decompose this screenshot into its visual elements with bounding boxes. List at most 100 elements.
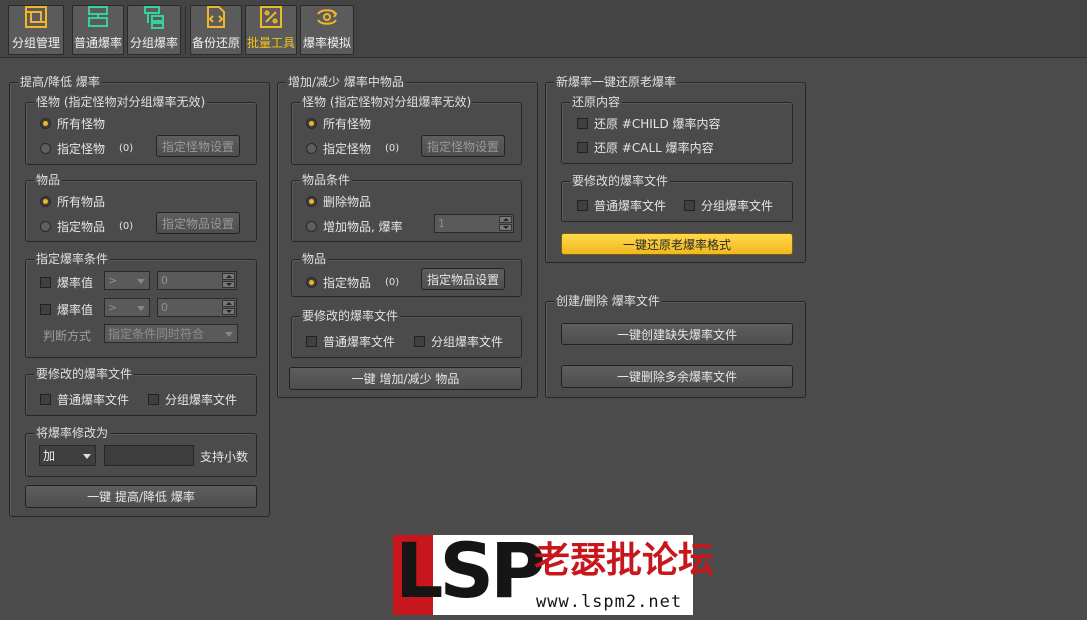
checkbox-box xyxy=(577,200,588,211)
modify-value-input[interactable] xyxy=(104,445,194,466)
toolbar-label: 普通爆率 xyxy=(73,36,122,50)
radio-indicator xyxy=(306,221,317,232)
item-group: 物品 指定物品 (0) 指定物品设置 xyxy=(291,251,522,297)
rate-condition-1-checkbox[interactable]: 爆率值 xyxy=(40,274,93,291)
panel-title: 创建/删除 爆率文件 xyxy=(554,293,662,309)
radio-label: 指定物品 xyxy=(57,220,106,234)
spin-down-icon[interactable] xyxy=(222,281,235,288)
item-settings-button[interactable]: 指定物品设置 xyxy=(421,268,505,290)
target-files-group: 要修改的爆率文件 普通爆率文件 分组爆率文件 xyxy=(561,173,793,222)
checkbox-label: 爆率值 xyxy=(57,303,94,317)
group-title: 指定爆率条件 xyxy=(34,251,111,267)
spin-down-icon[interactable] xyxy=(499,224,512,231)
toolbar-group-drop-button[interactable]: 分组爆率 xyxy=(127,5,181,55)
chevron-down-icon xyxy=(83,453,91,459)
toolbar-backup-restore-button[interactable]: 备份还原 xyxy=(190,5,242,55)
target-files-group: 要修改的爆率文件 普通爆率文件 分组爆率文件 xyxy=(25,366,257,416)
radio-indicator xyxy=(306,196,317,207)
group-title: 怪物 (指定怪物对分组爆率无效) xyxy=(300,94,474,110)
spin-up-icon[interactable] xyxy=(499,216,512,223)
monster-settings-button[interactable]: 指定怪物设置 xyxy=(156,135,240,157)
restore-child-checkbox[interactable]: 还原 #CHILD 爆率内容 xyxy=(577,115,721,132)
checkbox-label: 还原 #CHILD 爆率内容 xyxy=(594,117,721,131)
spinner-value: 1 xyxy=(438,217,445,230)
group-title: 还原内容 xyxy=(570,94,623,110)
all-monsters-radio[interactable]: 所有怪物 xyxy=(40,115,105,132)
toolbar-divider xyxy=(185,6,186,54)
watermark-name: 老瑟批论坛 xyxy=(534,540,715,581)
judge-mode-select[interactable]: 指定条件同时符合 xyxy=(104,324,238,343)
group-drop-file-checkbox[interactable]: 分组爆率文件 xyxy=(414,333,503,350)
item-count: (0) xyxy=(385,277,400,288)
group-drop-file-checkbox[interactable]: 分组爆率文件 xyxy=(148,391,237,408)
delete-item-radio[interactable]: 删除物品 xyxy=(306,193,371,210)
restore-content-group: 还原内容 还原 #CHILD 爆率内容 还原 #CALL 爆率内容 xyxy=(561,94,793,164)
checkbox-label: 分组爆率文件 xyxy=(165,393,238,407)
create-delete-files-panel: 创建/删除 爆率文件 一键创建缺失爆率文件 一键删除多余爆率文件 xyxy=(545,293,806,398)
group-manage-icon xyxy=(23,4,49,30)
toolbar-label: 分组管理 xyxy=(11,36,60,50)
spin-up-icon[interactable] xyxy=(222,273,235,280)
monster-settings-button[interactable]: 指定怪物设置 xyxy=(421,135,505,157)
specified-items-radio[interactable]: 指定物品 (0) xyxy=(306,274,399,291)
radio-indicator xyxy=(306,143,317,154)
group-title: 物品 xyxy=(300,251,329,267)
restore-call-checkbox[interactable]: 还原 #CALL 爆率内容 xyxy=(577,139,714,156)
checkbox-box xyxy=(414,336,425,347)
normal-drop-file-checkbox[interactable]: 普通爆率文件 xyxy=(40,391,129,408)
checkbox-label: 普通爆率文件 xyxy=(594,199,667,213)
restore-old-format-button[interactable]: 一键还原老爆率格式 xyxy=(561,233,793,255)
toolbar: 分组管理 普通爆率 分组爆率 备份还原 批量工具 爆率模拟 xyxy=(0,0,1087,58)
rate-condition-2-checkbox[interactable]: 爆率值 xyxy=(40,301,93,318)
checkbox-box xyxy=(577,142,588,153)
group-title: 怪物 (指定怪物对分组爆率无效) xyxy=(34,94,208,110)
checkbox-box xyxy=(40,394,51,405)
radio-indicator xyxy=(40,196,51,207)
all-monsters-radio[interactable]: 所有怪物 xyxy=(306,115,371,132)
checkbox-label: 普通爆率文件 xyxy=(323,335,396,349)
rate-op-2-select[interactable]: > xyxy=(104,298,150,317)
create-missing-files-button[interactable]: 一键创建缺失爆率文件 xyxy=(561,323,793,345)
radio-indicator xyxy=(40,221,51,232)
panel-title: 提高/降低 爆率 xyxy=(18,74,102,90)
normal-drop-file-checkbox[interactable]: 普通爆率文件 xyxy=(306,333,395,350)
toolbar-group-manage-button[interactable]: 分组管理 xyxy=(8,5,64,55)
group-drop-icon xyxy=(141,4,167,30)
checkbox-label: 还原 #CALL 爆率内容 xyxy=(594,141,714,155)
specified-monsters-radio[interactable]: 指定怪物 (0) xyxy=(306,140,399,157)
all-items-radio[interactable]: 所有物品 xyxy=(40,193,105,210)
toolbar-drop-simulate-button[interactable]: 爆率模拟 xyxy=(300,5,354,55)
rate-value-1-spinner[interactable]: 0 xyxy=(157,271,237,290)
add-remove-items-panel: 增加/减少 爆率中物品 怪物 (指定怪物对分组爆率无效) 所有怪物 指定怪物 (… xyxy=(277,74,538,398)
radio-label: 删除物品 xyxy=(323,195,372,209)
group-title: 要修改的爆率文件 xyxy=(300,308,401,324)
radio-label: 所有物品 xyxy=(57,195,106,209)
drop-simulate-icon xyxy=(314,4,340,30)
radio-indicator xyxy=(40,118,51,129)
spinner-value: 0 xyxy=(161,301,168,314)
checkbox-box xyxy=(306,336,317,347)
specified-items-radio[interactable]: 指定物品 (0) xyxy=(40,218,133,235)
chevron-down-icon xyxy=(137,278,145,284)
spin-down-icon[interactable] xyxy=(222,308,235,315)
add-rate-spinner[interactable]: 1 xyxy=(434,214,514,233)
item-count: (0) xyxy=(119,221,134,232)
rate-value-2-spinner[interactable]: 0 xyxy=(157,298,237,317)
group-drop-file-checkbox[interactable]: 分组爆率文件 xyxy=(684,197,773,214)
panel-title: 增加/减少 爆率中物品 xyxy=(286,74,406,90)
add-item-radio[interactable]: 增加物品, 爆率 xyxy=(306,218,403,235)
item-settings-button[interactable]: 指定物品设置 xyxy=(156,212,240,234)
normal-drop-file-checkbox[interactable]: 普通爆率文件 xyxy=(577,197,666,214)
select-value: > xyxy=(108,274,118,287)
specified-monsters-radio[interactable]: 指定怪物 (0) xyxy=(40,140,133,157)
toolbar-batch-tool-button[interactable]: 批量工具 xyxy=(245,5,297,55)
radio-label: 指定物品 xyxy=(323,276,372,290)
spin-up-icon[interactable] xyxy=(222,300,235,307)
toolbar-normal-drop-button[interactable]: 普通爆率 xyxy=(72,5,124,55)
checkbox-box xyxy=(577,118,588,129)
raise-lower-drop-button[interactable]: 一键 提高/降低 爆率 xyxy=(25,485,257,508)
delete-extra-files-button[interactable]: 一键删除多余爆率文件 xyxy=(561,365,793,388)
rate-op-1-select[interactable]: > xyxy=(104,271,150,290)
modify-mode-select[interactable]: 加 xyxy=(39,445,96,466)
add-remove-items-button[interactable]: 一键 增加/减少 物品 xyxy=(289,367,522,390)
